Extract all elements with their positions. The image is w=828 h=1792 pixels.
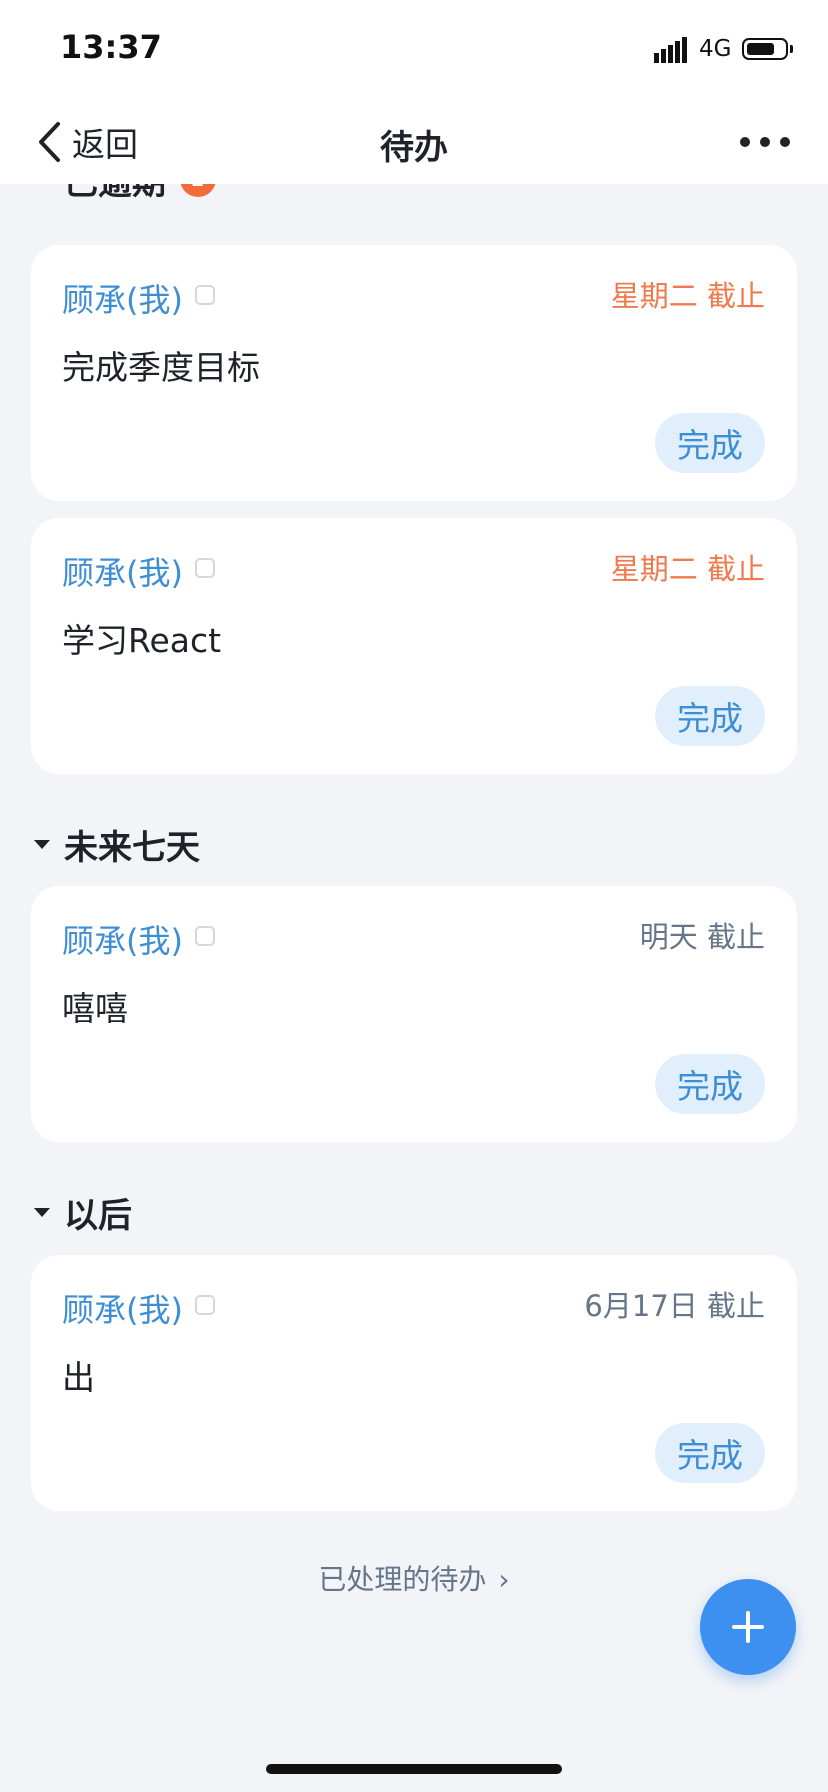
checkbox[interactable]: [195, 1295, 215, 1315]
complete-button[interactable]: 完成: [655, 413, 765, 473]
task-card[interactable]: 顾承(我) 星期二 截止 完成季度目标 完成: [31, 245, 797, 501]
home-indicator: [266, 1764, 562, 1774]
section-title: 以后: [64, 1195, 132, 1236]
assignee-name[interactable]: 顾承(我): [62, 275, 183, 321]
status-time: 13:37: [60, 28, 162, 66]
caret-down-icon: [34, 839, 50, 849]
count-badge: 2: [180, 184, 216, 197]
network-type: 4G: [699, 36, 732, 62]
deadline-label: 6月17日 截止: [584, 1289, 765, 1323]
task-card[interactable]: 顾承(我) 明天 截止 嘻嘻 完成: [31, 886, 797, 1142]
section-title: 已逾期: [64, 184, 166, 204]
checkbox[interactable]: [195, 285, 215, 305]
status-bar: 13:37 4G: [0, 0, 828, 100]
deadline-label: 星期二 截止: [610, 552, 765, 586]
task-title: 完成季度目标: [62, 348, 260, 387]
assignee-name[interactable]: 顾承(我): [62, 1285, 183, 1331]
battery-icon: [742, 38, 788, 60]
page-title: 待办: [380, 128, 448, 168]
complete-button[interactable]: 完成: [655, 1054, 765, 1114]
task-card[interactable]: 顾承(我) 星期二 截止 学习React 完成: [31, 518, 797, 774]
more-dot-icon: [780, 137, 790, 147]
processed-todos-label: 已处理的待办: [318, 1563, 487, 1596]
task-title: 学习React: [62, 621, 222, 660]
checkbox[interactable]: [195, 926, 215, 946]
assignee-name[interactable]: 顾承(我): [62, 548, 183, 594]
section-header-overdue[interactable]: 已逾期 2: [34, 184, 216, 204]
more-dot-icon: [740, 137, 750, 147]
plus-icon: [746, 1611, 750, 1643]
task-title: 出: [62, 1358, 95, 1397]
caret-down-icon: [34, 1207, 50, 1217]
checkbox[interactable]: [195, 558, 215, 578]
section-header-later[interactable]: 以后: [34, 1187, 132, 1237]
more-button[interactable]: [740, 127, 790, 157]
chevron-right-icon: ›: [498, 1563, 510, 1596]
deadline-label: 明天 截止: [639, 920, 765, 954]
battery-tip: [790, 45, 793, 53]
task-title: 嘻嘻: [62, 989, 128, 1028]
more-dot-icon: [760, 137, 770, 147]
section-title: 未来七天: [64, 827, 200, 868]
assignee-name[interactable]: 顾承(我): [62, 916, 183, 962]
deadline-label: 星期二 截止: [610, 279, 765, 313]
task-card[interactable]: 顾承(我) 6月17日 截止 出 完成: [31, 1255, 797, 1511]
section-header-next-seven-days[interactable]: 未来七天: [34, 819, 200, 869]
nav-bar: 返回 待办: [0, 100, 828, 184]
signal-bars-icon: [654, 37, 687, 63]
task-list[interactable]: 已逾期 2 顾承(我) 星期二 截止 完成季度目标 完成 顾承(我) 星期二 截…: [0, 184, 828, 1792]
processed-todos-link[interactable]: 已处理的待办 ›: [0, 1558, 828, 1598]
add-task-button[interactable]: [700, 1579, 796, 1675]
complete-button[interactable]: 完成: [655, 686, 765, 746]
complete-button[interactable]: 完成: [655, 1423, 765, 1483]
